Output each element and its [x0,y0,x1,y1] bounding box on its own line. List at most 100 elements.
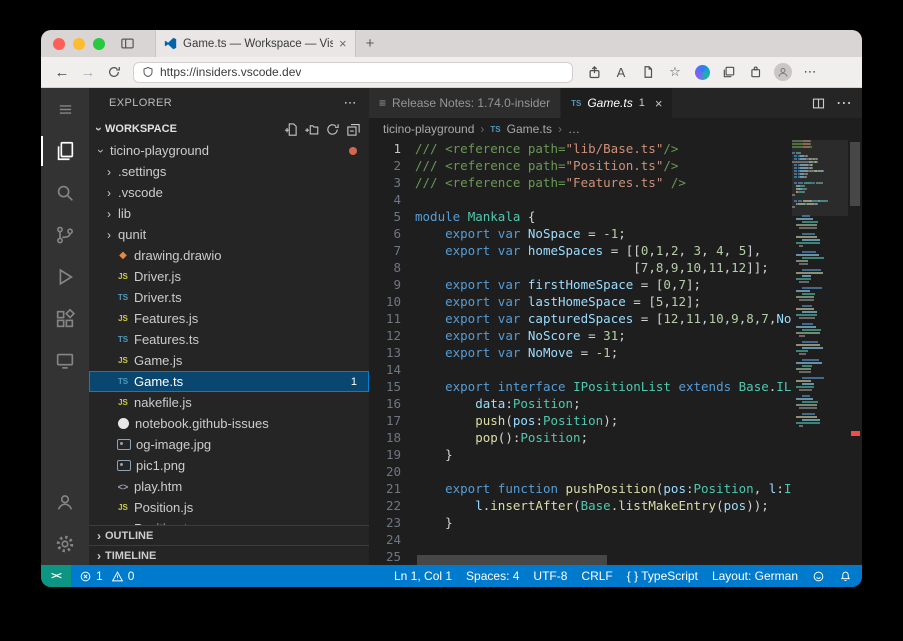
breadcrumb-folder[interactable]: ticino-playground [383,122,474,136]
editor-more-actions[interactable]: ⋯ [836,93,852,113]
new-file-icon[interactable] [283,122,298,137]
tree-item-Game.ts[interactable]: TSGame.ts1 [89,371,369,392]
split-editor-icon[interactable] [811,96,826,111]
tree-item-qunit[interactable]: ›qunit [89,224,369,245]
minimap-line [792,368,848,370]
explorer-more-actions[interactable]: ⋯ [344,95,357,111]
minimap-line [792,260,848,262]
extensions-view-icon[interactable] [41,298,89,340]
collections-icon[interactable] [718,61,740,83]
favorites-star-icon[interactable]: ☆ [664,61,686,83]
minimap-line [792,374,848,376]
search-view-icon[interactable] [41,172,89,214]
tree-item-notebook.github-issues[interactable]: notebook.github-issues [89,413,369,434]
tab-release-notes[interactable]: ≡ Release Notes: 1.74.0-insider [369,88,561,118]
tree-item-.vscode[interactable]: ›.vscode [89,182,369,203]
feedback-icon[interactable] [812,570,825,583]
menu-button[interactable] [41,88,89,130]
url-text[interactable]: https://insiders.vscode.dev [160,65,301,79]
tree-item-Driver.js[interactable]: JSDriver.js [89,266,369,287]
tree-item-ticino-playground[interactable]: ›ticino-playground [89,140,369,161]
chevron-right-icon: › [103,186,115,200]
tree-item-og-image.jpg[interactable]: og-image.jpg [89,434,369,455]
accounts-icon[interactable] [41,481,89,523]
code-editor[interactable]: 1234567891011121314151617181920212223242… [369,140,862,565]
outline-label: OUTLINE [105,530,153,542]
source-control-icon[interactable] [41,214,89,256]
profile-avatar[interactable] [772,61,794,83]
horizontal-scrollbar[interactable] [415,555,792,565]
vertical-scrollbar[interactable] [848,140,862,565]
problems-indicator[interactable]: 1 0 [79,569,134,583]
breadcrumb[interactable]: ticino-playground › TS Game.ts › … [369,118,862,140]
tree-item-pic1.png[interactable]: pic1.png [89,455,369,476]
tree-item-Features.js[interactable]: JSFeatures.js [89,308,369,329]
close-tab-icon[interactable]: × [655,96,663,111]
timeline-label: TIMELINE [105,550,156,562]
indentation[interactable]: Spaces: 4 [466,569,519,583]
browser-tab[interactable]: Game.ts — Workspace — Visu... × [155,30,356,57]
tree-item-.settings[interactable]: ›.settings [89,161,369,182]
scrollbar-thumb[interactable] [850,142,860,206]
workspace-section-header[interactable]: › WORKSPACE [89,118,369,140]
encoding[interactable]: UTF-8 [533,569,567,583]
tree-item-Game.js[interactable]: JSGame.js [89,350,369,371]
share-icon[interactable] [583,61,605,83]
tree-item-Driver.ts[interactable]: TSDriver.ts [89,287,369,308]
braces-icon: { } [627,569,638,583]
breadcrumb-file[interactable]: Game.ts [507,122,552,136]
close-window-button[interactable] [53,38,65,50]
tree-item-nakefile.js[interactable]: JSnakefile.js [89,392,369,413]
tree-item-drawing.drawio[interactable]: ◆drawing.drawio [89,245,369,266]
breadcrumb-symbol[interactable]: … [568,122,580,136]
notifications-bell-icon[interactable] [839,570,852,583]
close-tab-icon[interactable]: × [339,36,347,51]
explorer-view-icon[interactable] [41,130,89,172]
tree-item-lib[interactable]: ›lib [89,203,369,224]
address-bar[interactable]: https://insiders.vscode.dev [133,62,573,83]
back-button[interactable]: ← [51,61,73,83]
line-number: 23 [369,514,415,531]
code-content[interactable]: /// <reference path="lib/Base.ts"/>/// <… [415,140,792,565]
reload-button[interactable] [103,61,125,83]
new-tab-button[interactable]: + [366,35,375,52]
refresh-icon[interactable] [325,122,340,137]
scrollbar-thumb[interactable] [417,555,607,565]
warning-icon [111,570,124,583]
run-debug-icon[interactable] [41,256,89,298]
tree-item-play.htm[interactable]: <>play.htm [89,476,369,497]
error-overview-marker [851,431,860,436]
minimize-window-button[interactable] [73,38,85,50]
remote-indicator[interactable]: >< [41,565,71,587]
tree-item-Features.ts[interactable]: TSFeatures.ts [89,329,369,350]
language-mode[interactable]: { } TypeScript [627,569,698,583]
keyboard-layout[interactable]: Layout: German [712,569,798,583]
outline-section-header[interactable]: › OUTLINE [89,525,369,545]
browser-more-menu[interactable]: ⋯ [799,61,821,83]
code-line [415,191,792,208]
remote-explorer-icon[interactable] [41,340,89,382]
settings-gear-icon[interactable] [41,523,89,565]
tab-overview-icon[interactable] [115,33,139,55]
collapse-all-icon[interactable] [346,122,361,137]
new-folder-icon[interactable] [304,122,319,137]
minimap-line [792,356,848,358]
explorer-sidebar: EXPLORER ⋯ › WORKSPACE ›ticino-playgroun… [89,88,369,565]
tab-game-ts[interactable]: TS Game.ts 1 × [561,88,673,118]
read-aloud-icon[interactable]: A [610,61,632,83]
breadcrumb-separator: › [480,122,484,136]
tree-item-Position.js[interactable]: JSPosition.js [89,497,369,518]
timeline-section-header[interactable]: › TIMELINE [89,545,369,565]
cursor-position[interactable]: Ln 1, Col 1 [394,569,452,583]
minimap-line [792,236,848,238]
copilot-icon[interactable] [691,61,713,83]
zoom-window-button[interactable] [93,38,105,50]
tree-item-Position.ts[interactable]: TSPosition.ts [89,518,369,525]
minimap[interactable] [792,140,848,565]
eol-sequence[interactable]: CRLF [581,569,612,583]
extensions-puzzle-icon[interactable] [745,61,767,83]
error-icon [79,570,92,583]
minimap-line [792,404,848,406]
site-security-icon[interactable] [142,66,154,78]
page-icon[interactable] [637,61,659,83]
